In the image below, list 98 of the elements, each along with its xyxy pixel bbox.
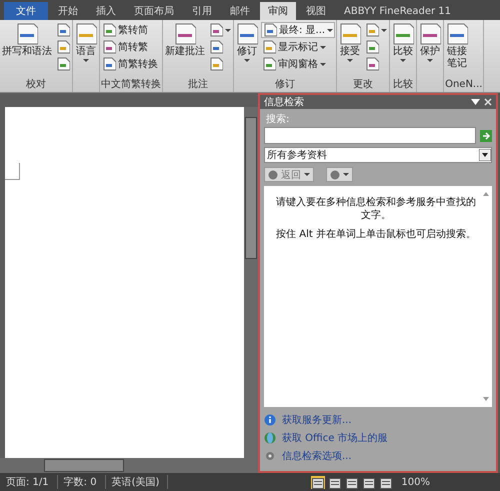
view-button[interactable] [345,476,360,488]
page-icon [263,23,277,37]
scope-dropdown[interactable]: 所有参考资料 [264,147,492,163]
ribbon-button[interactable]: 保护 [418,22,442,78]
ribbon-button[interactable]: 修订 [235,22,259,78]
page-icon [339,23,362,45]
group-label: OneN... [445,78,482,92]
page-icon [392,23,414,45]
search-label: 搜索: [265,112,290,127]
page-icon [16,23,38,45]
vertical-scrollbar[interactable] [244,107,258,458]
page-icon [446,23,468,45]
status-text: 字数: 0 [64,475,106,489]
ribbon-button[interactable] [364,22,388,38]
globe-icon [264,432,276,444]
ribbon-tab[interactable]: 页面布局 [126,2,182,20]
dropdown-icon [479,149,491,161]
margin-mark [5,163,20,180]
page-icon [56,40,70,54]
pane-title: 信息检索 [264,96,305,109]
ribbon-button[interactable]: 简转繁 [101,39,159,55]
ribbon-button[interactable]: 审阅窗格 [261,56,336,72]
view-button[interactable] [311,476,326,488]
ribbon-button[interactable] [55,39,71,55]
group-label: 更改 [352,78,374,92]
ribbon-button[interactable]: 新建批注 [164,22,206,78]
ribbon-button[interactable]: 繁转简 [101,22,159,38]
ribbon-tab[interactable]: 邮件 [222,2,258,20]
ribbon-tab[interactable]: 视图 [298,2,334,20]
page-icon [262,40,276,54]
link[interactable]: 获取 Office 市场上的服 [264,431,492,445]
page-icon [365,57,380,71]
page-icon [365,23,380,37]
ribbon-tab[interactable]: 开始 [50,2,86,20]
circle-icon [330,170,340,180]
caret-icon [343,173,349,176]
dropdown-icon [471,99,480,105]
ribbon-button[interactable] [55,22,71,38]
layout-icon [380,478,392,488]
page-icon [236,23,258,45]
ribbon-tab[interactable]: 文件 [4,2,48,20]
page-icon [75,23,97,45]
search-field[interactable] [264,127,476,144]
ribbon-tab[interactable]: ABBYY FineReader 11 [336,2,459,20]
ribbon-button[interactable]: 拼写和语法 [1,22,53,78]
status-text: 英语(美国) [112,475,168,489]
layout-icon [363,478,376,488]
page-icon [102,57,116,71]
view-button[interactable] [362,476,376,488]
forward-button[interactable] [326,167,353,182]
link[interactable]: 获取服务更新... [264,413,492,427]
page-icon [56,57,70,71]
status-text: 页面: 1/1 [6,475,58,489]
dropdown-field[interactable]: 最终: 显... [261,22,336,38]
scroll-up-icon [483,192,489,196]
layout-icon [346,478,358,488]
circle-icon [268,170,278,180]
gear-icon [264,450,276,462]
page-icon [102,40,116,54]
page-icon [209,57,223,71]
close-icon [484,98,492,106]
page-icon [102,23,116,37]
ribbon-button[interactable]: 接受 [338,22,362,78]
help-text: 按住 Alt 并在单词上单击鼠标也可启动搜索。 [275,228,477,241]
horizontal-scrollbar[interactable] [0,458,258,473]
info-icon [264,414,276,426]
go-icon [480,130,492,142]
view-button[interactable] [328,476,342,488]
link[interactable]: 信息检索选项... [264,449,492,463]
group-label: 比较 [392,78,414,92]
group-label: 批注 [187,78,209,92]
view-button[interactable] [379,476,394,488]
ribbon-button[interactable]: 显示标记 [261,39,336,55]
group-label: 修订 [274,78,296,92]
caret-icon [304,173,310,176]
page-icon [419,23,442,45]
ribbon-button[interactable]: 语言 [74,22,98,78]
page-icon [209,23,223,37]
group-label: 中文简繁转换 [101,78,161,92]
page-icon [174,23,196,45]
page-icon [209,40,223,54]
ribbon-button[interactable] [208,22,232,38]
layout-icon [329,478,342,488]
page-icon [56,23,70,37]
ribbon-button[interactable]: 链接笔记 [445,22,470,78]
scroll-down-icon [483,397,489,401]
help-text: 请键入要在多种信息检索和参考服务中查找的文字。 [275,196,477,222]
ribbon-button[interactable]: 比较 [391,22,416,78]
page-icon [365,40,380,54]
ribbon-tab[interactable]: 插入 [88,2,124,20]
ribbon-tab[interactable]: 引用 [184,2,220,20]
ribbon-button[interactable] [55,56,71,72]
group-label: 校对 [25,78,47,92]
ribbon-tab[interactable]: 审阅 [260,2,296,20]
layout-icon [312,478,324,488]
ribbon-button[interactable]: 简繁转换 [101,56,159,72]
zoom-level: 100% [401,476,430,488]
page-icon [262,57,276,71]
